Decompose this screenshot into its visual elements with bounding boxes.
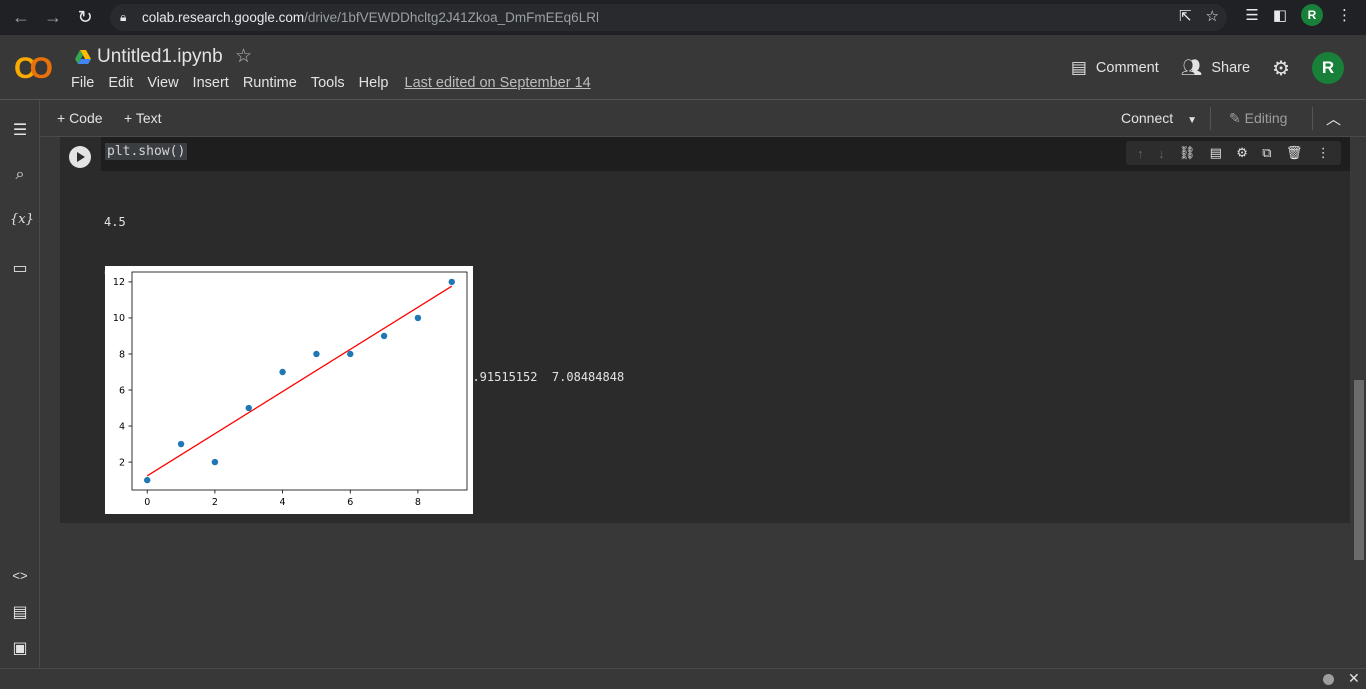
star-icon[interactable]: ☆: [235, 45, 252, 68]
move-down-icon[interactable]: ↓: [1158, 146, 1165, 161]
scatter-plot: 0 2 4 6 8 2 4 6 8 10 12: [113, 271, 468, 508]
command-palette-icon[interactable]: ▤: [10, 602, 30, 622]
y-tick-label: 8: [119, 349, 125, 360]
notebook-title[interactable]: Untitled1.ipynb: [97, 46, 223, 68]
colab-logo[interactable]: CO: [14, 52, 53, 86]
back-arrow-icon[interactable]: ←: [10, 7, 32, 29]
mirror-cell-icon[interactable]: ⧉: [1262, 145, 1271, 161]
drive-icon: [75, 50, 91, 64]
toolbar-divider: [1312, 107, 1313, 130]
more-options-icon[interactable]: ⋮: [1317, 145, 1330, 161]
output-line: 4.5: [104, 214, 126, 229]
menu-tools[interactable]: Tools: [311, 75, 345, 91]
last-edited-link[interactable]: Last edited on September 14: [405, 75, 591, 91]
menu-runtime[interactable]: Runtime: [243, 75, 297, 91]
search-icon[interactable]: ⌕: [10, 166, 30, 186]
caret-down-icon: ▼: [1187, 115, 1198, 126]
data-point: [245, 404, 252, 412]
y-tick-label: 12: [113, 277, 125, 288]
x-tick-label: 2: [212, 497, 218, 508]
forward-arrow-icon[interactable]: →: [42, 7, 64, 29]
share-button[interactable]: 👥︎ Share: [1181, 58, 1250, 78]
y-tick-label: 6: [119, 385, 125, 396]
link-icon[interactable]: ⛓: [1179, 145, 1196, 161]
x-tick-label: 6: [347, 497, 353, 508]
code-snippets-icon[interactable]: <>: [10, 568, 30, 588]
reload-icon[interactable]: ↻: [74, 7, 96, 29]
data-point: [448, 278, 455, 286]
status-dot-icon: [1323, 674, 1334, 685]
variables-icon[interactable]: {x}: [10, 212, 34, 232]
media-controls-icon[interactable]: ☰: [1245, 6, 1258, 24]
data-point: [380, 332, 388, 340]
browser-toolbar: ← → ↻ 🔒︎ colab.research.google.com/drive…: [0, 0, 1366, 35]
menu-edit[interactable]: Edit: [108, 75, 133, 91]
notebook-toolbar: + Code + Text Connect ▼ ✎ Editing ︿: [40, 100, 1366, 137]
folder-icon[interactable]: ▭: [10, 258, 30, 278]
data-point: [177, 440, 185, 448]
y-tick-label: 4: [119, 421, 125, 432]
menu-bar: File Edit View Insert Runtime Tools Help…: [71, 75, 591, 91]
data-point: [313, 350, 320, 358]
menu-help[interactable]: Help: [359, 75, 389, 91]
connect-button[interactable]: Connect ▼: [1121, 110, 1197, 126]
data-point: [347, 350, 354, 358]
browser-menu-icon[interactable]: ⋮: [1337, 6, 1352, 24]
browser-profile-avatar[interactable]: R: [1301, 4, 1323, 26]
account-avatar[interactable]: R: [1312, 52, 1344, 84]
terminal-icon[interactable]: ▣: [10, 638, 30, 658]
x-tick-label: 0: [144, 497, 150, 508]
data-point: [144, 476, 151, 484]
status-bar: ✕: [0, 668, 1366, 689]
colab-header: CO Untitled1.ipynb ☆ File Edit View Inse…: [0, 35, 1366, 100]
bookmark-star-icon[interactable]: ☆: [1206, 7, 1219, 25]
comment-cell-icon[interactable]: ▤: [1210, 145, 1222, 161]
x-tick-label: 8: [415, 497, 421, 508]
pencil-icon: ✎: [1229, 110, 1245, 126]
share-page-icon[interactable]: ⇱: [1179, 7, 1192, 25]
y-tick-label: 2: [119, 457, 125, 468]
menu-insert[interactable]: Insert: [193, 75, 229, 91]
play-icon: [77, 152, 85, 162]
data-point: [211, 458, 219, 466]
run-cell-button[interactable]: [69, 146, 91, 168]
chevron-up-icon[interactable]: ︿: [1326, 108, 1341, 129]
y-tick-label: 10: [113, 313, 125, 324]
move-up-icon[interactable]: ↑: [1137, 146, 1144, 161]
cell-settings-icon[interactable]: ⚙: [1236, 145, 1248, 161]
comment-button[interactable]: ▤ Comment: [1071, 58, 1159, 78]
menu-file[interactable]: File: [71, 75, 94, 91]
code-cell[interactable]: plt.show() ↑ ↓ ⛓ ▤ ⚙ ⧉ 🗑︎ ⋮ 4.5 6.5 1.16…: [60, 137, 1350, 523]
close-icon[interactable]: ✕: [1348, 670, 1360, 687]
menu-view[interactable]: View: [147, 75, 178, 91]
table-of-contents-icon[interactable]: ☰: [10, 120, 30, 140]
cell-toolbar: ↑ ↓ ⛓ ▤ ⚙ ⧉ 🗑︎ ⋮: [1126, 141, 1341, 165]
editing-mode-button[interactable]: ✎ Editing: [1229, 110, 1287, 127]
delete-icon[interactable]: 🗑︎: [1286, 145, 1303, 161]
address-bar[interactable]: 🔒︎ colab.research.google.com/drive/1bfVE…: [110, 4, 1227, 31]
add-text-button[interactable]: + Text: [124, 110, 162, 126]
url-text: colab.research.google.com/drive/1bfVEWDD…: [142, 10, 599, 25]
add-code-button[interactable]: + Code: [57, 110, 103, 126]
code-line[interactable]: plt.show(): [105, 143, 188, 160]
data-point: [279, 368, 286, 376]
page-scrollbar[interactable]: [1354, 380, 1364, 560]
data-point: [414, 314, 422, 322]
people-icon: 👥︎: [1180, 58, 1203, 77]
comment-icon: ▤: [1070, 58, 1087, 77]
toolbar-divider: [1210, 107, 1211, 130]
side-panel-icon[interactable]: ◧: [1273, 6, 1287, 24]
plot-output: 0 2 4 6 8 2 4 6 8 10 12: [105, 266, 473, 514]
settings-gear-icon[interactable]: ⚙: [1272, 56, 1290, 81]
x-tick-label: 4: [280, 497, 286, 508]
lock-icon: 🔒︎: [120, 10, 127, 24]
left-sidebar: ☰ ⌕ {x} ▭ <> ▤ ▣: [0, 100, 40, 668]
